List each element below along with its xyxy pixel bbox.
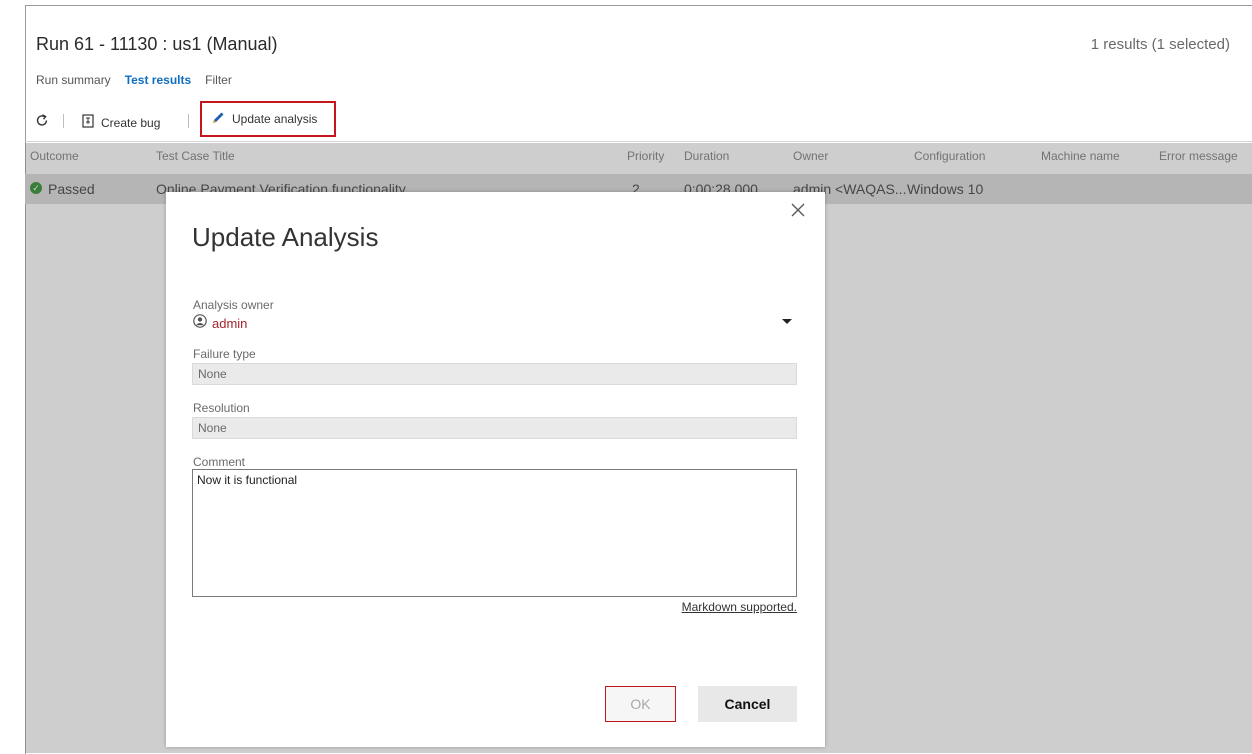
results-toolbar: Create bug Update analysis [25,101,1252,139]
resolution-field: None [192,417,797,439]
failure-type-field: None [192,363,797,385]
ok-button[interactable]: OK [605,686,676,722]
resolution-label: Resolution [193,401,250,415]
run-title: Run 61 - 11130 : us1 (Manual) [36,34,278,54]
toolbar-divider [188,114,189,128]
chevron-down-icon[interactable] [782,319,792,324]
close-icon[interactable] [789,201,807,219]
failure-type-label: Failure type [193,347,256,361]
tab-test-results[interactable]: Test results [125,73,191,87]
tab-filter[interactable]: Filter [205,73,232,87]
analysis-owner-value: admin [212,316,248,331]
update-analysis-dialog: Update Analysis Analysis owner admin Fai… [166,192,825,747]
comment-textarea[interactable]: Now it is functional [192,469,797,597]
analysis-owner-select[interactable]: admin [193,314,247,333]
create-bug-label: Create bug [101,115,161,130]
bug-document-icon [82,114,94,131]
test-run-page: Run 61 - 11130 : us1 (Manual) 1 results … [0,0,1252,754]
toolbar-divider [63,114,64,128]
user-avatar-icon [193,314,207,333]
create-bug-button[interactable]: Create bug [82,114,160,131]
update-analysis-label: Update analysis [232,112,318,126]
dialog-title: Update Analysis [192,222,379,252]
refresh-icon[interactable] [34,112,50,128]
run-tabs: Run summary Test results Filter [36,73,232,87]
tab-run-summary[interactable]: Run summary [36,73,111,87]
toolbar-divider-line [25,141,1252,142]
analysis-owner-label: Analysis owner [193,298,274,312]
comment-label: Comment [193,455,246,469]
update-analysis-button[interactable]: Update analysis [200,101,336,137]
cancel-button[interactable]: Cancel [698,686,797,722]
pencil-icon [210,110,226,129]
results-count: 1 results (1 selected) [1090,36,1230,53]
markdown-supported-link[interactable]: Markdown supported. [682,600,797,614]
